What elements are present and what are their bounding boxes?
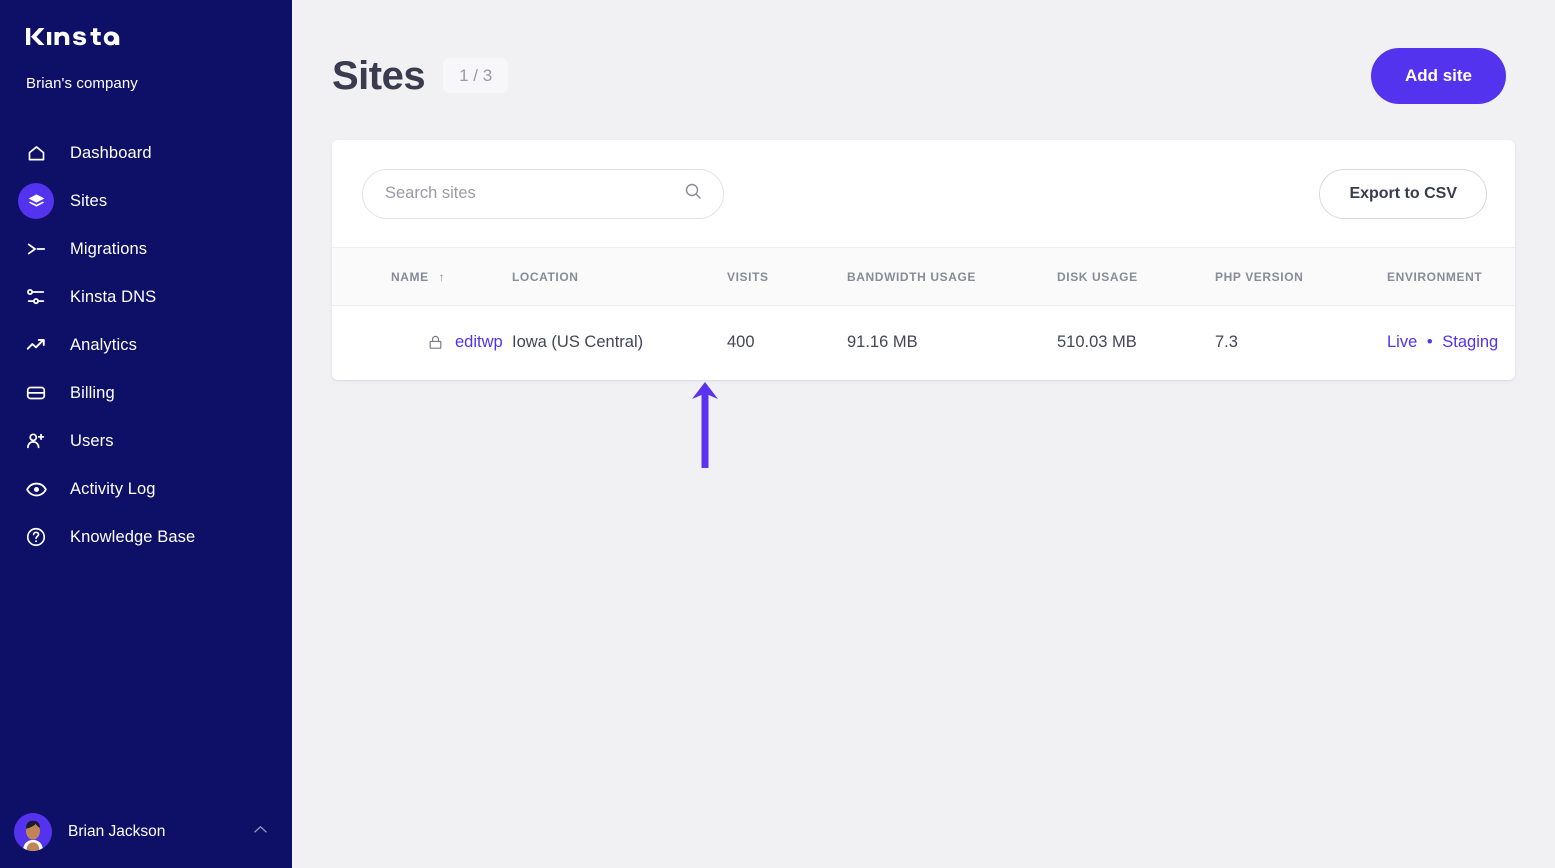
site-name-link[interactable]: editwp xyxy=(455,333,503,352)
environment-staging-link[interactable]: Staging xyxy=(1442,333,1498,351)
kinsta-logo[interactable] xyxy=(26,24,292,54)
cell-disk: 510.03 MB xyxy=(1057,333,1137,352)
sites-table: NAME ↑ LOCATION VISITS BANDWIDTH USAGE D… xyxy=(332,247,1515,380)
sidebar-item-users[interactable]: Users xyxy=(0,417,292,465)
column-header-environment[interactable]: ENVIRONMENT xyxy=(1387,248,1515,306)
sidebar-item-label: Migrations xyxy=(70,239,148,258)
sort-ascending-icon: ↑ xyxy=(438,269,446,284)
chevron-up-icon[interactable] xyxy=(251,820,270,844)
sidebar-item-label: Kinsta DNS xyxy=(70,287,157,306)
sites-card: Export to CSV NAME ↑ LOCATION VISITS BAN… xyxy=(332,140,1515,380)
search-box[interactable] xyxy=(362,168,724,219)
cell-environment: Live • Staging xyxy=(1387,306,1515,380)
search-icon[interactable] xyxy=(683,181,703,206)
sidebar-item-migrations[interactable]: Migrations xyxy=(0,225,292,273)
sidebar-item-knowledge-base[interactable]: Knowledge Base xyxy=(0,513,292,561)
sidebar-item-kinsta-dns[interactable]: Kinsta DNS xyxy=(0,273,292,321)
avatar xyxy=(14,812,52,851)
sidebar-item-label: Sites xyxy=(70,191,108,210)
environment-separator: • xyxy=(1426,333,1433,352)
sidebar-item-label: Knowledge Base xyxy=(70,527,196,546)
eye-icon xyxy=(18,471,54,507)
user-plus-icon xyxy=(18,423,54,459)
sidebar-item-billing[interactable]: Billing xyxy=(0,369,292,417)
card-icon xyxy=(18,375,54,411)
sidebar-nav: Dashboard Sites Migrations Kinsta DNS An… xyxy=(0,129,292,561)
column-header-disk[interactable]: DISK USAGE xyxy=(1057,248,1215,306)
main-content: Sites 1 / 3 Add site Export to CSV xyxy=(292,0,1555,868)
column-header-location[interactable]: LOCATION xyxy=(512,248,727,306)
sidebar-item-label: Users xyxy=(70,431,114,450)
migrations-icon xyxy=(18,231,54,267)
column-header-visits[interactable]: VISITS xyxy=(727,248,847,306)
sidebar-item-label: Dashboard xyxy=(70,143,152,162)
sidebar-item-activity-log[interactable]: Activity Log xyxy=(0,465,292,513)
sidebar-item-sites[interactable]: Sites xyxy=(0,177,292,225)
user-menu[interactable]: Brian Jackson xyxy=(0,795,292,868)
card-toolbar: Export to CSV xyxy=(332,140,1515,247)
cell-name: editwp xyxy=(332,306,512,380)
environment-live-link[interactable]: Live xyxy=(1387,333,1417,351)
site-count-badge: 1 / 3 xyxy=(443,58,509,93)
table-head: NAME ↑ LOCATION VISITS BANDWIDTH USAGE D… xyxy=(332,247,1515,306)
question-icon xyxy=(18,519,54,555)
cell-bandwidth: 91.16 MB xyxy=(847,333,918,352)
name-cell-inner: editwp xyxy=(391,333,512,352)
user-name: Brian Jackson xyxy=(68,822,166,840)
page-header: Sites 1 / 3 Add site xyxy=(292,0,1555,110)
sidebar-item-analytics[interactable]: Analytics xyxy=(0,321,292,369)
sidebar: Brian's company Dashboard Sites Migratio… xyxy=(0,0,292,868)
layers-icon xyxy=(18,183,54,219)
sidebar-item-dashboard[interactable]: Dashboard xyxy=(0,129,292,177)
lock-icon xyxy=(427,334,444,351)
annotation-arrow-up xyxy=(690,380,720,475)
column-header-php[interactable]: PHP VERSION xyxy=(1215,248,1387,306)
add-site-button[interactable]: Add site xyxy=(1370,47,1506,104)
search-input[interactable] xyxy=(385,184,683,203)
column-header-name[interactable]: NAME ↑ xyxy=(332,248,512,306)
app-root: Brian's company Dashboard Sites Migratio… xyxy=(0,0,1555,868)
table-body: editwp Iowa (US Central) 400 91.16 MB 51… xyxy=(332,306,1515,380)
dns-icon xyxy=(18,279,54,315)
sidebar-item-label: Analytics xyxy=(70,335,137,354)
sidebar-item-label: Billing xyxy=(70,383,115,402)
table-row[interactable]: editwp Iowa (US Central) 400 91.16 MB 51… xyxy=(332,306,1515,380)
cell-php: 7.3 xyxy=(1215,333,1238,352)
column-header-name-label: NAME xyxy=(391,269,429,284)
brand-block: Brian's company xyxy=(0,0,292,92)
home-icon xyxy=(18,135,54,171)
page-title: Sites xyxy=(332,53,426,98)
trend-up-icon xyxy=(18,327,54,363)
company-name: Brian's company xyxy=(26,75,138,92)
export-to-csv-button[interactable]: Export to CSV xyxy=(1319,168,1487,219)
table-header-row: NAME ↑ LOCATION VISITS BANDWIDTH USAGE D… xyxy=(332,247,1515,306)
sidebar-item-label: Activity Log xyxy=(70,479,156,498)
column-header-bandwidth[interactable]: BANDWIDTH USAGE xyxy=(847,248,1057,306)
cell-visits: 400 xyxy=(727,333,755,352)
cell-location: Iowa (US Central) xyxy=(512,333,644,352)
